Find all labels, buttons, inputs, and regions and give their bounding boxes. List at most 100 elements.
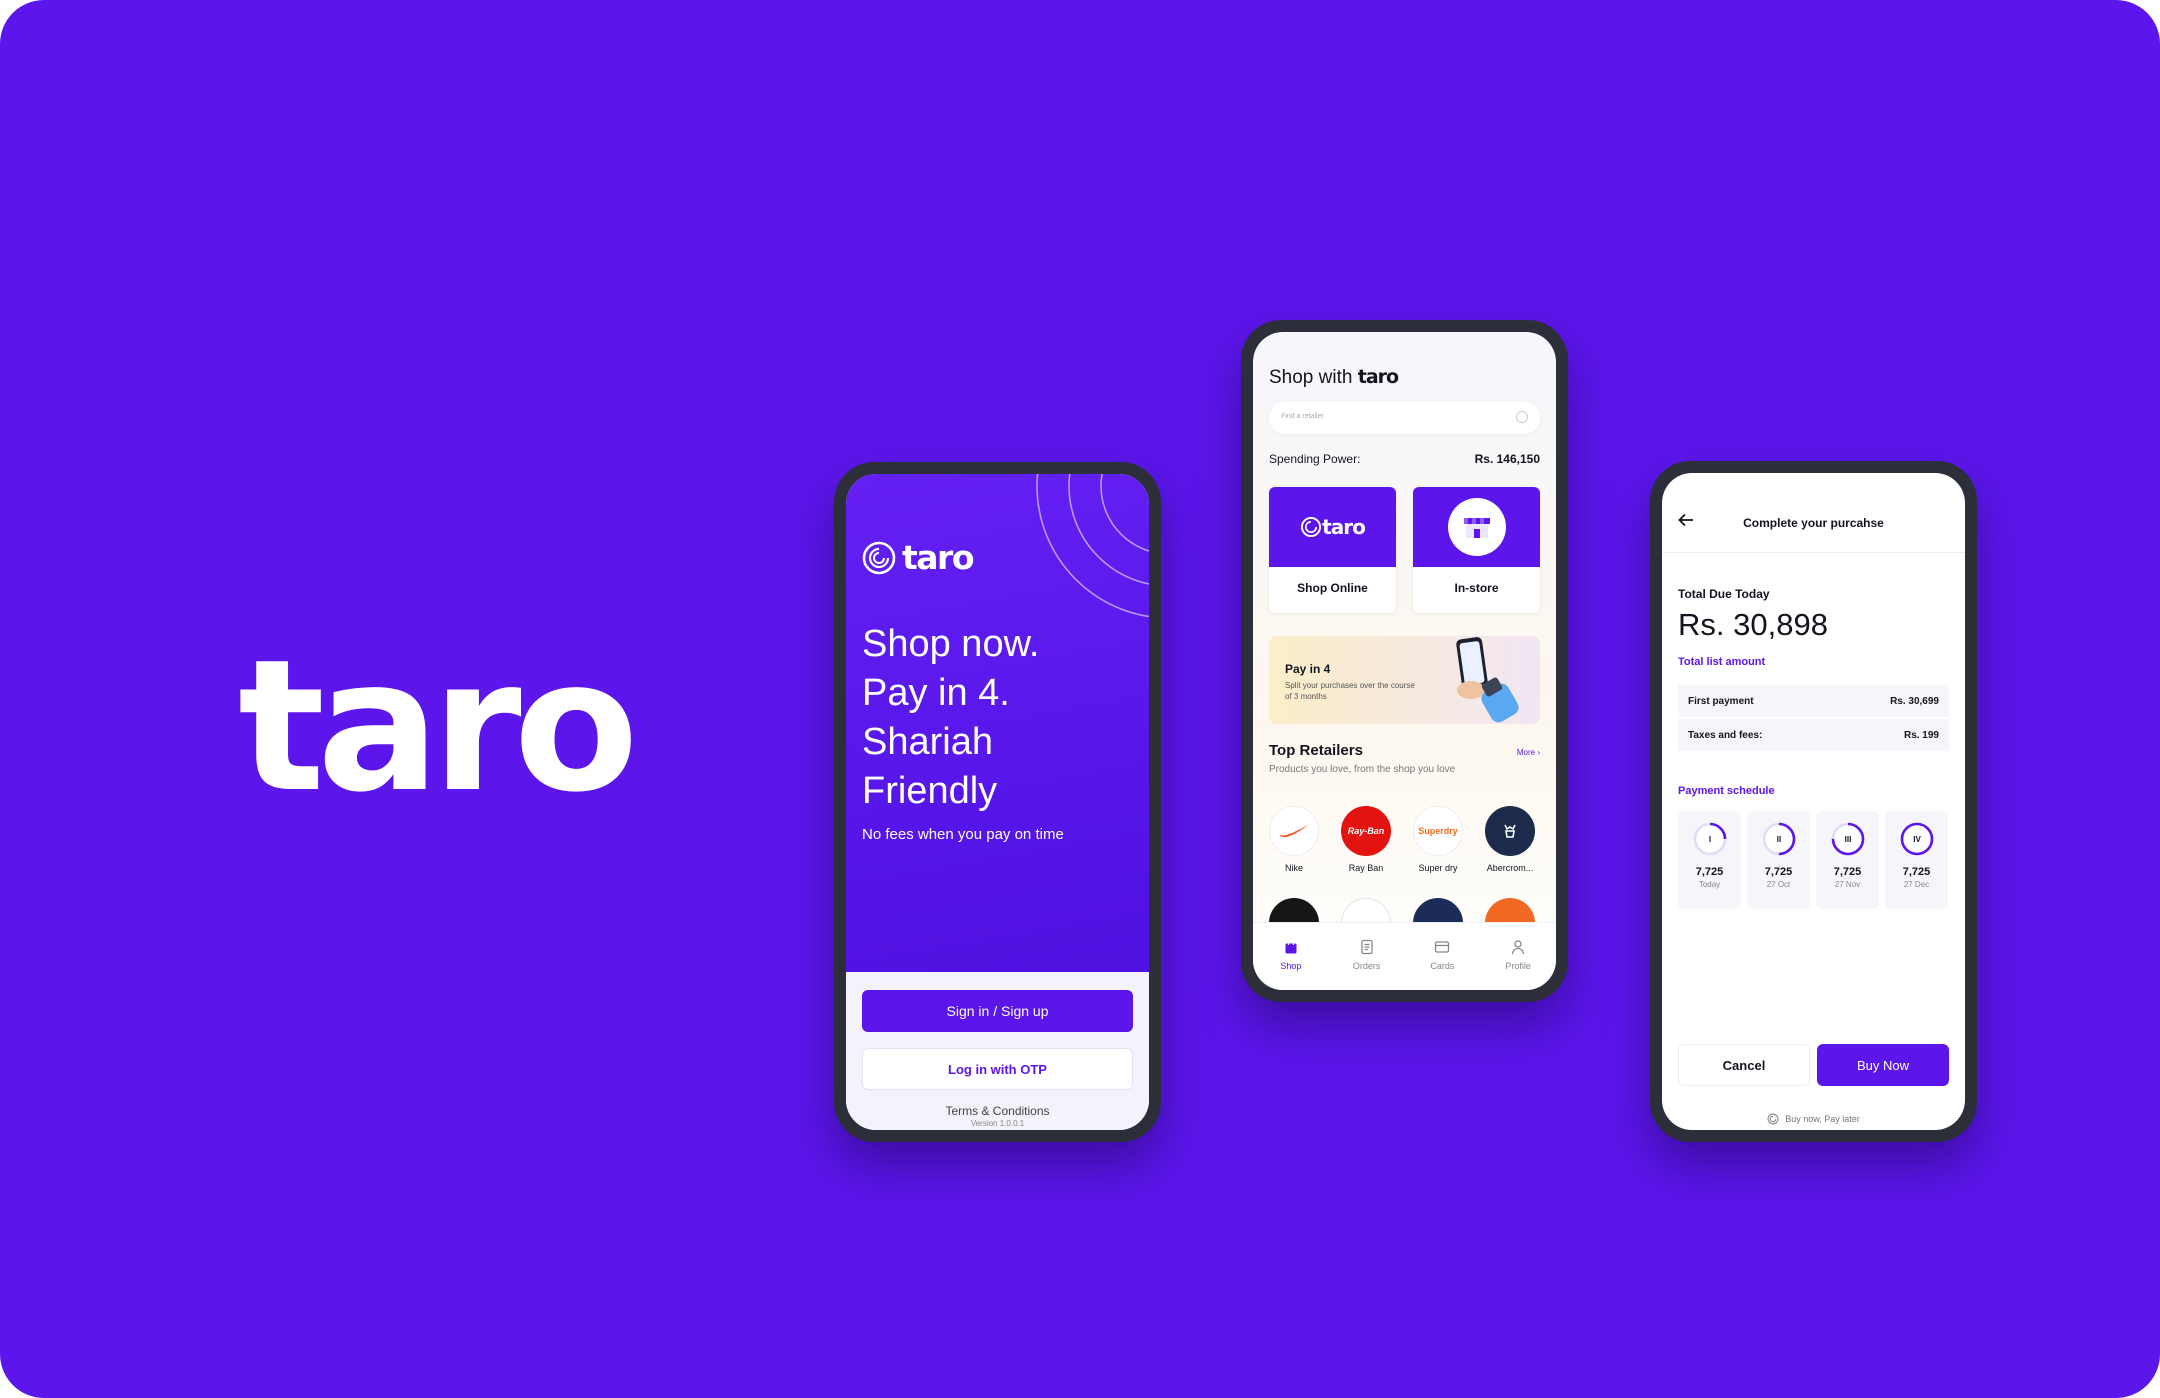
- search-placeholder: Find a retailer: [1281, 413, 1324, 420]
- banner-subtitle: Split your purchases over the course of …: [1285, 681, 1415, 701]
- in-store-label: In-store: [1454, 581, 1499, 595]
- installment-amount: 7,725: [1902, 866, 1931, 878]
- row-label: Taxes and fees:: [1688, 729, 1763, 741]
- retailer-ray-ban[interactable]: Ray-Ban Ray Ban: [1336, 806, 1396, 875]
- in-store-card-banner: [1413, 487, 1540, 567]
- taro-mark-icon: [1767, 1113, 1779, 1125]
- headline-line: Shop now.: [862, 623, 1040, 665]
- profile-icon: [1511, 940, 1525, 955]
- top-retailers-header: Top Retailers More ›: [1269, 742, 1540, 759]
- payment-schedule-label: Payment schedule: [1678, 785, 1775, 797]
- shop-online-card[interactable]: taro Shop Online: [1269, 487, 1396, 613]
- installment-progress-ring: III: [1831, 822, 1864, 856]
- tab-label: Shop: [1280, 961, 1302, 971]
- welcome-actions: Sign in / Sign up Log in with OTP Terms …: [846, 972, 1149, 1130]
- card-taro-logo: taro: [1322, 515, 1366, 539]
- pay-in-4-banner[interactable]: Pay in 4 Split your purchases over the c…: [1269, 636, 1540, 724]
- ray-ban-logo-icon: Ray-Ban: [1341, 806, 1391, 856]
- checkout-header: Complete your purcahse: [1662, 473, 1965, 553]
- tab-orders[interactable]: Orders: [1329, 923, 1405, 990]
- installment-progress-ring: IV: [1900, 822, 1933, 856]
- shop-title: Shop with taro: [1269, 366, 1399, 389]
- footer-tagline: Buy now, Pay later: [1785, 1114, 1860, 1124]
- buy-now-button[interactable]: Buy Now: [1817, 1044, 1949, 1086]
- installment-numeral: I: [1708, 835, 1710, 844]
- checkout-footer: Buy now, Pay later: [1662, 1113, 1965, 1125]
- app-version: Version 1.0.0.1: [970, 1119, 1025, 1128]
- taro-logo-text: taro: [902, 538, 975, 577]
- retailer-name: Ray Ban: [1348, 863, 1384, 873]
- cancel-button[interactable]: Cancel: [1678, 1044, 1810, 1086]
- retailer-name: Nike: [1284, 863, 1303, 873]
- tab-shop[interactable]: Shop: [1253, 923, 1329, 990]
- more-retailers-link[interactable]: More ›: [1517, 748, 1540, 757]
- total-list-amount-link[interactable]: Total list amount: [1678, 656, 1765, 668]
- total-due-value: Rs. 30,898: [1678, 607, 1828, 642]
- tab-profile[interactable]: Profile: [1480, 923, 1556, 990]
- welcome-screen: taro Shop now. Pay in 4. Shariah Friendl…: [846, 474, 1149, 1130]
- welcome-hero: taro Shop now. Pay in 4. Shariah Friendl…: [846, 474, 1149, 972]
- spending-label: Spending Power:: [1269, 452, 1361, 466]
- installment-card: II 7,725 27 Oct: [1747, 811, 1810, 909]
- installment-date: 27 Nov: [1834, 880, 1861, 889]
- retailer-search-input[interactable]: Find a retailer: [1269, 402, 1540, 434]
- taxes-fees-row: Taxes and fees: Rs. 199: [1678, 719, 1949, 751]
- retailer-abercrombie[interactable]: Abercrom...: [1480, 806, 1540, 875]
- phone-hand-illustration-icon: [1456, 637, 1519, 723]
- installment-progress-ring: I: [1693, 822, 1726, 856]
- headline-line: Friendly: [862, 770, 998, 812]
- retailer-superdry[interactable]: Superdry Super dry: [1408, 806, 1468, 875]
- retailer-nike[interactable]: Nike: [1264, 806, 1324, 875]
- installment-card: III 7,725 27 Nov: [1816, 811, 1879, 909]
- first-payment-row: First payment Rs. 30,699: [1678, 685, 1949, 717]
- installment-date: 27 Dec: [1903, 880, 1930, 889]
- decorative-arcs-icon: [1036, 474, 1149, 618]
- row-label: First payment: [1688, 695, 1754, 707]
- welcome-headline: Shop now. Pay in 4. Shariah Friendly: [862, 620, 1132, 816]
- installment-amount: 7,725: [1695, 866, 1724, 878]
- row-value: Rs. 199: [1903, 729, 1939, 741]
- installment-numeral: III: [1844, 835, 1851, 844]
- row-value: Rs. 30,699: [1890, 695, 1939, 707]
- installment-numeral: IV: [1913, 835, 1921, 844]
- shop-title-brand: taro: [1357, 366, 1399, 388]
- installment-amount: 7,725: [1833, 866, 1862, 878]
- installment-progress-ring: II: [1762, 822, 1795, 856]
- abercrombie-logo-icon: [1485, 806, 1535, 856]
- banner-title: Pay in 4: [1285, 662, 1331, 676]
- tab-label: Orders: [1352, 961, 1381, 971]
- installment-numeral: II: [1776, 835, 1780, 844]
- nike-logo-icon: [1269, 806, 1319, 856]
- card-icon: [1435, 941, 1450, 953]
- headline-line: Pay in 4.: [862, 672, 1010, 714]
- orders-icon: [1360, 939, 1373, 955]
- installment-date: Today: [1698, 880, 1721, 889]
- checkout-phone: Complete your purcahse Total Due Today R…: [1650, 461, 1977, 1142]
- installment-card: I 7,725 Today: [1678, 811, 1741, 909]
- taro-mark-icon: [1301, 516, 1322, 538]
- tab-label: Profile: [1505, 961, 1531, 971]
- total-due-label: Total Due Today: [1678, 587, 1770, 601]
- retailer-name: Abercrom...: [1486, 863, 1534, 873]
- superdry-logo-icon: Superdry: [1413, 806, 1463, 856]
- otp-login-button[interactable]: Log in with OTP: [862, 1048, 1133, 1090]
- in-store-card[interactable]: In-store: [1413, 487, 1540, 613]
- shop-screen: Shop with taro Find a retailer Spending …: [1253, 332, 1556, 990]
- top-retailers-title: Top Retailers: [1269, 742, 1363, 759]
- sign-in-button[interactable]: Sign in / Sign up: [862, 990, 1133, 1032]
- tab-label: Cards: [1430, 961, 1455, 971]
- search-icon[interactable]: [1516, 411, 1528, 423]
- terms-link[interactable]: Terms & Conditions: [846, 1104, 1149, 1118]
- spending-value: Rs. 146,150: [1474, 452, 1540, 466]
- tab-cards[interactable]: Cards: [1405, 923, 1481, 990]
- bottom-tab-bar: Shop Orders Cards Profile: [1253, 922, 1556, 990]
- store-icon: [1447, 498, 1506, 556]
- shop-title-prefix: Shop with: [1269, 367, 1353, 388]
- shopping-bag-icon: [1285, 939, 1297, 954]
- checkout-title: Complete your purcahse: [1743, 516, 1884, 530]
- retailer-name: Super dry: [1418, 863, 1458, 873]
- top-retailers-subtitle: Products you love, from the shop you lov…: [1269, 764, 1456, 775]
- brand-wordmark: taro: [238, 620, 639, 832]
- spending-power: Spending Power: Rs. 146,150: [1269, 452, 1540, 466]
- taro-mark-icon: [862, 541, 896, 574]
